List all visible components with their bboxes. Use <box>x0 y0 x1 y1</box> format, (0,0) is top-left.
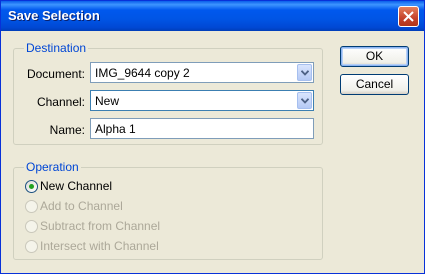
radio-label: Intersect with Channel <box>40 239 159 253</box>
radio-label: Subtract from Channel <box>40 219 161 233</box>
channel-select-value: New <box>95 94 120 108</box>
window-title: Save Selection <box>8 8 100 23</box>
close-button[interactable] <box>398 6 419 27</box>
radio-button[interactable] <box>25 240 38 253</box>
document-label: Document: <box>26 67 85 81</box>
destination-legend: Destination <box>26 41 87 55</box>
name-label: Name: <box>49 123 85 137</box>
radio-label: Add to Channel <box>40 199 123 213</box>
document-dropdown-button[interactable] <box>297 64 312 81</box>
document-select-value: IMG_9644 copy 2 <box>95 66 190 80</box>
channel-label: Channel: <box>36 95 85 109</box>
document-select[interactable]: IMG_9644 copy 2 <box>90 62 314 83</box>
radio-button[interactable] <box>25 180 38 193</box>
name-input[interactable] <box>90 118 314 139</box>
chevron-down-icon <box>301 98 309 104</box>
ok-button[interactable]: OK <box>340 46 409 67</box>
channel-dropdown-button[interactable] <box>297 92 312 109</box>
save-selection-dialog: Save Selection Destination Document: IMG… <box>0 0 425 274</box>
cancel-button[interactable]: Cancel <box>340 74 409 95</box>
radio-button[interactable] <box>25 200 38 213</box>
radio-selected-dot <box>29 184 34 189</box>
radio-label: New Channel <box>40 179 113 193</box>
chevron-down-icon <box>301 70 309 76</box>
close-icon <box>403 11 414 22</box>
operation-legend: Operation <box>26 160 79 174</box>
channel-select[interactable]: New <box>90 90 314 111</box>
title-bar[interactable]: Save Selection <box>1 1 424 31</box>
radio-button[interactable] <box>25 220 38 233</box>
